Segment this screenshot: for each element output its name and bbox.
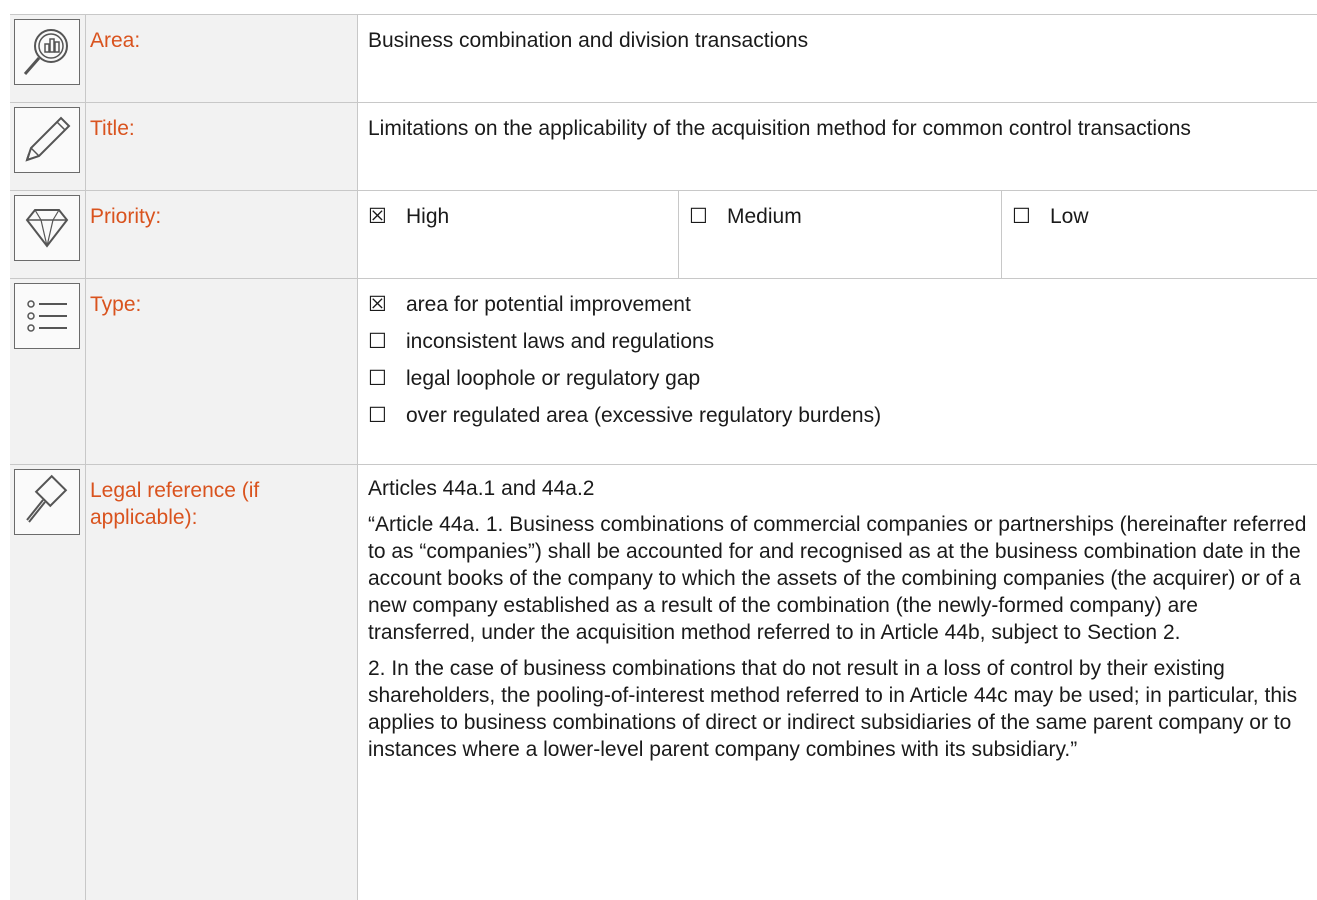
area-icon-cell bbox=[10, 15, 86, 102]
legal-label: Legal reference (if applicable): bbox=[90, 479, 260, 529]
checkbox-type-overregulated[interactable]: ☐ bbox=[368, 402, 394, 429]
title-value-cell: Limitations on the applicability of the … bbox=[358, 103, 1317, 190]
priority-option-medium[interactable]: ☐ Medium bbox=[679, 191, 1002, 278]
type-options: ☒ area for potential improvement ☐ inconsi… bbox=[368, 291, 1307, 439]
checkbox-low[interactable]: ☐ bbox=[1012, 203, 1038, 230]
area-value-cell: Business combination and division transa… bbox=[358, 15, 1317, 102]
legal-text: Articles 44a.1 and 44a.2 “Article 44a. 1… bbox=[368, 475, 1307, 772]
magnifier-chart-icon bbox=[14, 19, 80, 85]
legal-paragraph: 2. In the case of business combinations … bbox=[368, 657, 1298, 761]
priority-value-cell: ☒ High ☐ Medium ☐ Low bbox=[358, 191, 1317, 278]
area-row: Area: Business combination and division … bbox=[10, 15, 1317, 103]
title-value: Limitations on the applicability of the … bbox=[368, 117, 1191, 140]
type-option[interactable]: ☐ legal loophole or regulatory gap bbox=[368, 365, 1307, 402]
title-row: Title: Limitations on the applicability … bbox=[10, 103, 1317, 191]
area-label-cell: Area: bbox=[86, 15, 358, 102]
list-icon bbox=[14, 283, 80, 349]
legal-label-cell: Legal reference (if applicable): bbox=[86, 465, 358, 900]
title-label: Title: bbox=[90, 117, 135, 140]
checkbox-medium[interactable]: ☐ bbox=[689, 203, 715, 230]
type-option[interactable]: ☐ over regulated area (excessive regulato… bbox=[368, 402, 1307, 439]
priority-high-text: High bbox=[406, 205, 450, 228]
checkbox-high[interactable]: ☒ bbox=[368, 203, 394, 230]
type-option[interactable]: ☐ inconsistent laws and regulations bbox=[368, 328, 1307, 365]
diamond-icon bbox=[14, 195, 80, 261]
priority-row: Priority: ☒ High ☐ Medium ☐ Low bbox=[10, 191, 1317, 279]
legal-icon-cell bbox=[10, 465, 86, 900]
type-option-text: area for potential improvement bbox=[406, 293, 691, 316]
checkbox-type-loophole[interactable]: ☐ bbox=[368, 365, 394, 392]
title-icon-cell bbox=[10, 103, 86, 190]
gavel-icon bbox=[14, 469, 80, 535]
type-value-cell: ☒ area for potential improvement ☐ inconsi… bbox=[358, 279, 1317, 464]
area-label: Area: bbox=[90, 29, 141, 52]
priority-medium-text: Medium bbox=[727, 205, 802, 228]
priority-label: Priority: bbox=[90, 205, 162, 228]
type-label-cell: Type: bbox=[86, 279, 358, 464]
type-option-text: legal loophole or regulatory gap bbox=[406, 367, 701, 390]
legal-value-cell: Articles 44a.1 and 44a.2 “Article 44a. 1… bbox=[358, 465, 1317, 900]
legal-paragraph: “Article 44a. 1. Business combinations o… bbox=[368, 513, 1307, 644]
area-value: Business combination and division transa… bbox=[368, 29, 809, 52]
checkbox-type-improvement[interactable]: ☒ bbox=[368, 291, 394, 318]
type-option-text: inconsistent laws and regulations bbox=[406, 330, 715, 353]
priority-label-cell: Priority: bbox=[86, 191, 358, 278]
type-row: Type: ☒ area for potential improvement ☐ i… bbox=[10, 279, 1317, 465]
title-label-cell: Title: bbox=[86, 103, 358, 190]
priority-option-low[interactable]: ☐ Low bbox=[1002, 191, 1317, 278]
legal-paragraph: Articles 44a.1 and 44a.2 bbox=[368, 477, 595, 500]
pencil-icon bbox=[14, 107, 80, 173]
priority-option-high[interactable]: ☒ High bbox=[358, 191, 679, 278]
priority-low-text: Low bbox=[1050, 205, 1089, 228]
type-option[interactable]: ☒ area for potential improvement bbox=[368, 291, 1307, 328]
priority-icon-cell bbox=[10, 191, 86, 278]
document-table: Area: Business combination and division … bbox=[10, 14, 1317, 900]
legal-row: Legal reference (if applicable): Article… bbox=[10, 465, 1317, 900]
checkbox-type-inconsistent[interactable]: ☐ bbox=[368, 328, 394, 355]
type-label: Type: bbox=[90, 293, 142, 316]
type-option-text: over regulated area (excessive regulator… bbox=[406, 404, 882, 427]
type-icon-cell bbox=[10, 279, 86, 464]
